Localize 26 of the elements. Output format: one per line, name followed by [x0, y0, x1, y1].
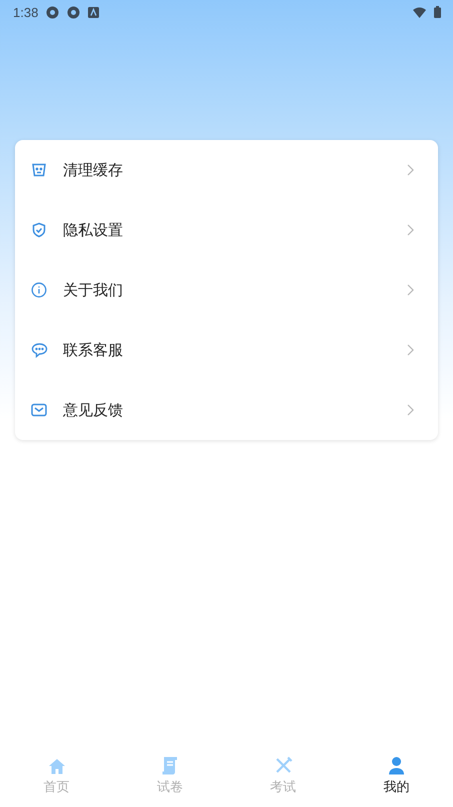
person-icon — [388, 756, 405, 775]
menu-item[interactable]: 关于我们 — [15, 260, 438, 320]
home-icon — [48, 758, 66, 775]
battery-icon — [434, 6, 441, 18]
status-time: 1:38 — [13, 4, 38, 20]
wifi-icon — [413, 6, 426, 18]
menu-item[interactable]: 联系客服 — [15, 320, 438, 380]
app-icon — [67, 6, 80, 18]
chevron-right-icon — [407, 344, 414, 356]
shield-check-icon — [31, 222, 47, 238]
chevron-right-icon — [407, 404, 414, 416]
info-icon — [31, 282, 47, 298]
tab[interactable]: 我的 — [340, 747, 453, 807]
mail-icon — [31, 403, 47, 417]
menu-item[interactable]: 清理缓存 — [15, 140, 438, 200]
chevron-right-icon — [407, 164, 414, 176]
chevron-right-icon — [407, 284, 414, 296]
menu-item[interactable]: 意见反馈 — [15, 380, 438, 440]
chevron-right-icon — [407, 224, 414, 236]
pencil-ruler-icon — [274, 756, 293, 775]
notification-icon — [88, 6, 100, 18]
document-icon — [161, 756, 178, 775]
chat-icon — [31, 342, 48, 358]
trash-icon — [31, 162, 47, 178]
app-icon — [46, 6, 60, 18]
menu-item[interactable]: 隐私设置 — [15, 200, 438, 260]
